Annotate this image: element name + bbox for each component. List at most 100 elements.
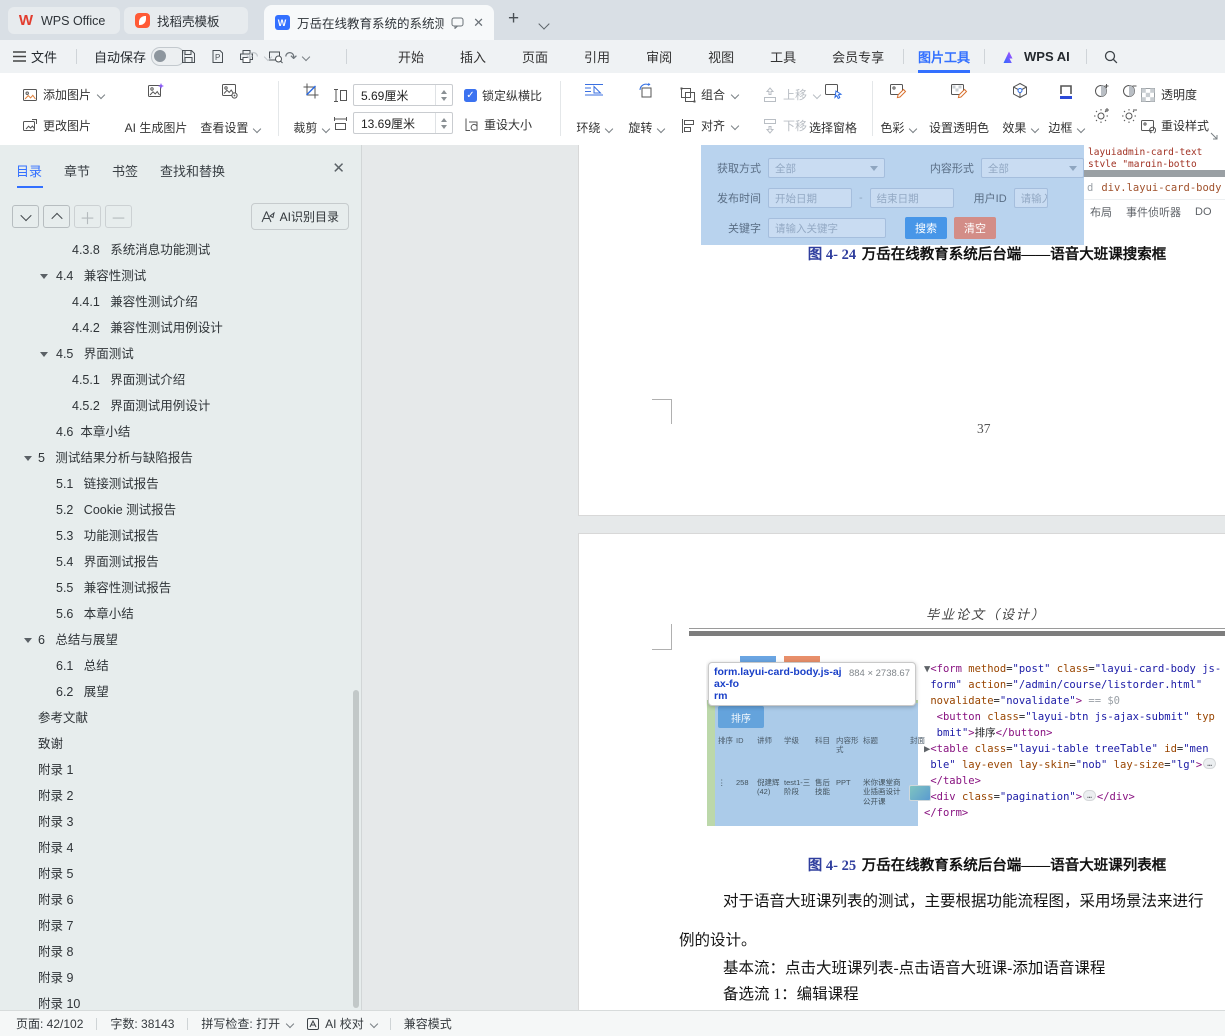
expand-item-button[interactable] [12,205,39,228]
toc-item[interactable]: 6.2 展望 [0,679,351,705]
save-icon[interactable] [180,48,197,65]
sidebar-tab-find-replace[interactable]: 查找和替换 [160,161,225,188]
align-button[interactable]: 对齐 [680,112,740,139]
ribbon-collapse-icon[interactable] [1210,132,1219,141]
picture-width-input[interactable]: 13.69厘米 [353,112,453,134]
picture-border-button[interactable]: 边框 [1044,82,1088,136]
close-sidebar-icon[interactable]: ✕ [332,159,345,177]
menu-member[interactable]: 会员专享 [832,47,884,66]
transparency-button[interactable]: 透明度 [1140,81,1209,108]
sidebar-tab-bookmarks[interactable]: 书签 [112,161,138,188]
menu-insert[interactable]: 插入 [460,47,486,66]
color-button[interactable]: 色彩 [876,82,920,136]
close-tab-icon[interactable]: ✕ [473,15,484,31]
toc-item[interactable]: 5.6 本章小结 [0,601,351,627]
sidebar-tab-chapters[interactable]: 章节 [64,161,90,188]
redo-dropdown-icon[interactable] [301,52,311,61]
comment-icon[interactable] [451,16,464,29]
toc-item[interactable]: 附录 6 [0,887,351,913]
crop-button[interactable]: 裁剪 [288,82,334,136]
tab-wps-office[interactable]: W WPS Office [8,7,120,34]
ai-proofread-button[interactable]: AI 校对 [306,1015,379,1032]
menu-page[interactable]: 页面 [522,47,548,66]
wrap-text-button[interactable]: 环绕 [570,82,618,136]
expand-all-button[interactable]: ＋ [74,205,101,228]
collapse-all-button[interactable]: － [105,205,132,228]
sidebar-tab-contents[interactable]: 目录 [16,161,43,188]
toc-item[interactable]: 致谢 [0,731,351,757]
toc-item[interactable]: 6.1 总结 [0,653,351,679]
toc-item[interactable]: 5.3 功能测试报告 [0,523,351,549]
redo-icon[interactable]: ↷ [285,48,298,66]
menu-reference[interactable]: 引用 [584,47,610,66]
file-menu[interactable]: 文件 [13,40,57,73]
page-indicator[interactable]: 页面: 42/102 [16,1015,83,1032]
view-settings-button[interactable]: 查看设置 [196,82,264,136]
wps-ai-button[interactable]: WPS AI [1002,40,1070,73]
toc-item[interactable]: 4.4 兼容性测试 [0,263,351,289]
toc-item[interactable]: 附录 4 [0,835,351,861]
collapse-arrow-icon[interactable] [40,352,48,357]
contrast-decrease-icon[interactable] [1122,83,1138,99]
width-stepper[interactable] [435,113,452,133]
reset-style-button[interactable]: 重设样式 [1140,112,1209,139]
menu-picture-tools[interactable]: 图片工具 [918,40,971,73]
toc-item[interactable]: 5.1 链接测试报告 [0,471,351,497]
document-canvas[interactable]: 获取方式 全部 内容形式 全部 发布时间 开始日期 - 结束日期 用户ID 请输… [362,145,1225,1010]
menu-home[interactable]: 开始 [398,47,424,66]
menu-review[interactable]: 审阅 [646,47,672,66]
menu-tools[interactable]: 工具 [770,47,796,66]
rotate-button[interactable]: 旋转 [622,82,670,136]
toc-item[interactable]: 附录 3 [0,809,351,835]
toc-item[interactable]: 5.4 界面测试报告 [0,549,351,575]
toc-item[interactable]: 4.5.1 界面测试介绍 [0,367,351,393]
picture-height-input[interactable]: 5.69厘米 [353,84,453,106]
toc-item[interactable]: 4.5.2 界面测试用例设计 [0,393,351,419]
selection-pane-button[interactable]: 选择窗格 [802,82,864,136]
toc-item[interactable]: 5 测试结果分析与缺陷报告 [0,445,351,471]
toc-item[interactable]: 附录 9 [0,965,351,991]
tab-document[interactable]: W 万岳在线教育系统的系统测试 ✕ [264,5,494,40]
collapse-item-button[interactable] [43,205,70,228]
collapse-arrow-icon[interactable] [40,274,48,279]
reset-size-button[interactable]: 重设大小 [464,111,542,138]
change-picture-button[interactable]: 更改图片 [22,112,104,139]
autosave-control[interactable]: 自动保存 [94,40,186,73]
toc-item[interactable]: 附录 2 [0,783,351,809]
toc-item[interactable]: 5.2 Cookie 测试报告 [0,497,351,523]
collapse-arrow-icon[interactable] [24,456,32,461]
add-picture-button[interactable]: 添加图片 [22,81,106,108]
lock-aspect-checkbox[interactable]: ✓ 锁定纵横比 [464,82,542,109]
tab-list-arrow-icon[interactable] [538,15,550,33]
sidebar-scrollbar[interactable] [353,690,359,1008]
export-pdf-icon[interactable]: P [209,48,226,65]
height-stepper[interactable] [435,85,452,105]
toc-item[interactable]: 4.4.1 兼容性测试介绍 [0,289,351,315]
toc-item[interactable]: 参考文献 [0,705,351,731]
toc-item[interactable]: 4.5 界面测试 [0,341,351,367]
spell-check-status[interactable]: 拼写检查: 打开 [201,1015,295,1032]
toc-item[interactable]: 4.6 本章小结 [0,419,351,445]
ai-recognize-toc-button[interactable]: AI识别目录 [250,203,349,230]
toc-item[interactable]: 4.3.8 系统消息功能测试 [0,237,351,263]
toc-item[interactable]: 附录 8 [0,939,351,965]
effects-button[interactable]: 效果 [998,82,1042,136]
toc-item[interactable]: 5.5 兼容性测试报告 [0,575,351,601]
collapse-arrow-icon[interactable] [24,638,32,643]
brightness-increase-icon[interactable] [1094,107,1110,123]
toc-item[interactable]: 附录 5 [0,861,351,887]
word-count[interactable]: 字数: 38143 [110,1015,174,1032]
set-transparent-color-button[interactable]: 设置透明色 [924,82,994,136]
undo-dropdown-icon[interactable] [263,52,272,61]
toc-item[interactable]: 6 总结与展望 [0,627,351,653]
group-button[interactable]: 组合 [680,81,740,108]
tab-docer[interactable]: 找稻壳模板 [124,7,248,34]
menu-view[interactable]: 视图 [708,47,734,66]
toc-item[interactable]: 4.4.2 兼容性测试用例设计 [0,315,351,341]
ai-generate-picture-button[interactable]: AI 生成图片 [120,82,192,136]
toc-item[interactable]: 附录 7 [0,913,351,939]
undo-icon[interactable]: ↶ [246,48,259,66]
brightness-decrease-icon[interactable] [1122,107,1138,123]
new-tab-icon[interactable]: + [508,8,519,30]
toc-item[interactable]: 附录 1 [0,757,351,783]
